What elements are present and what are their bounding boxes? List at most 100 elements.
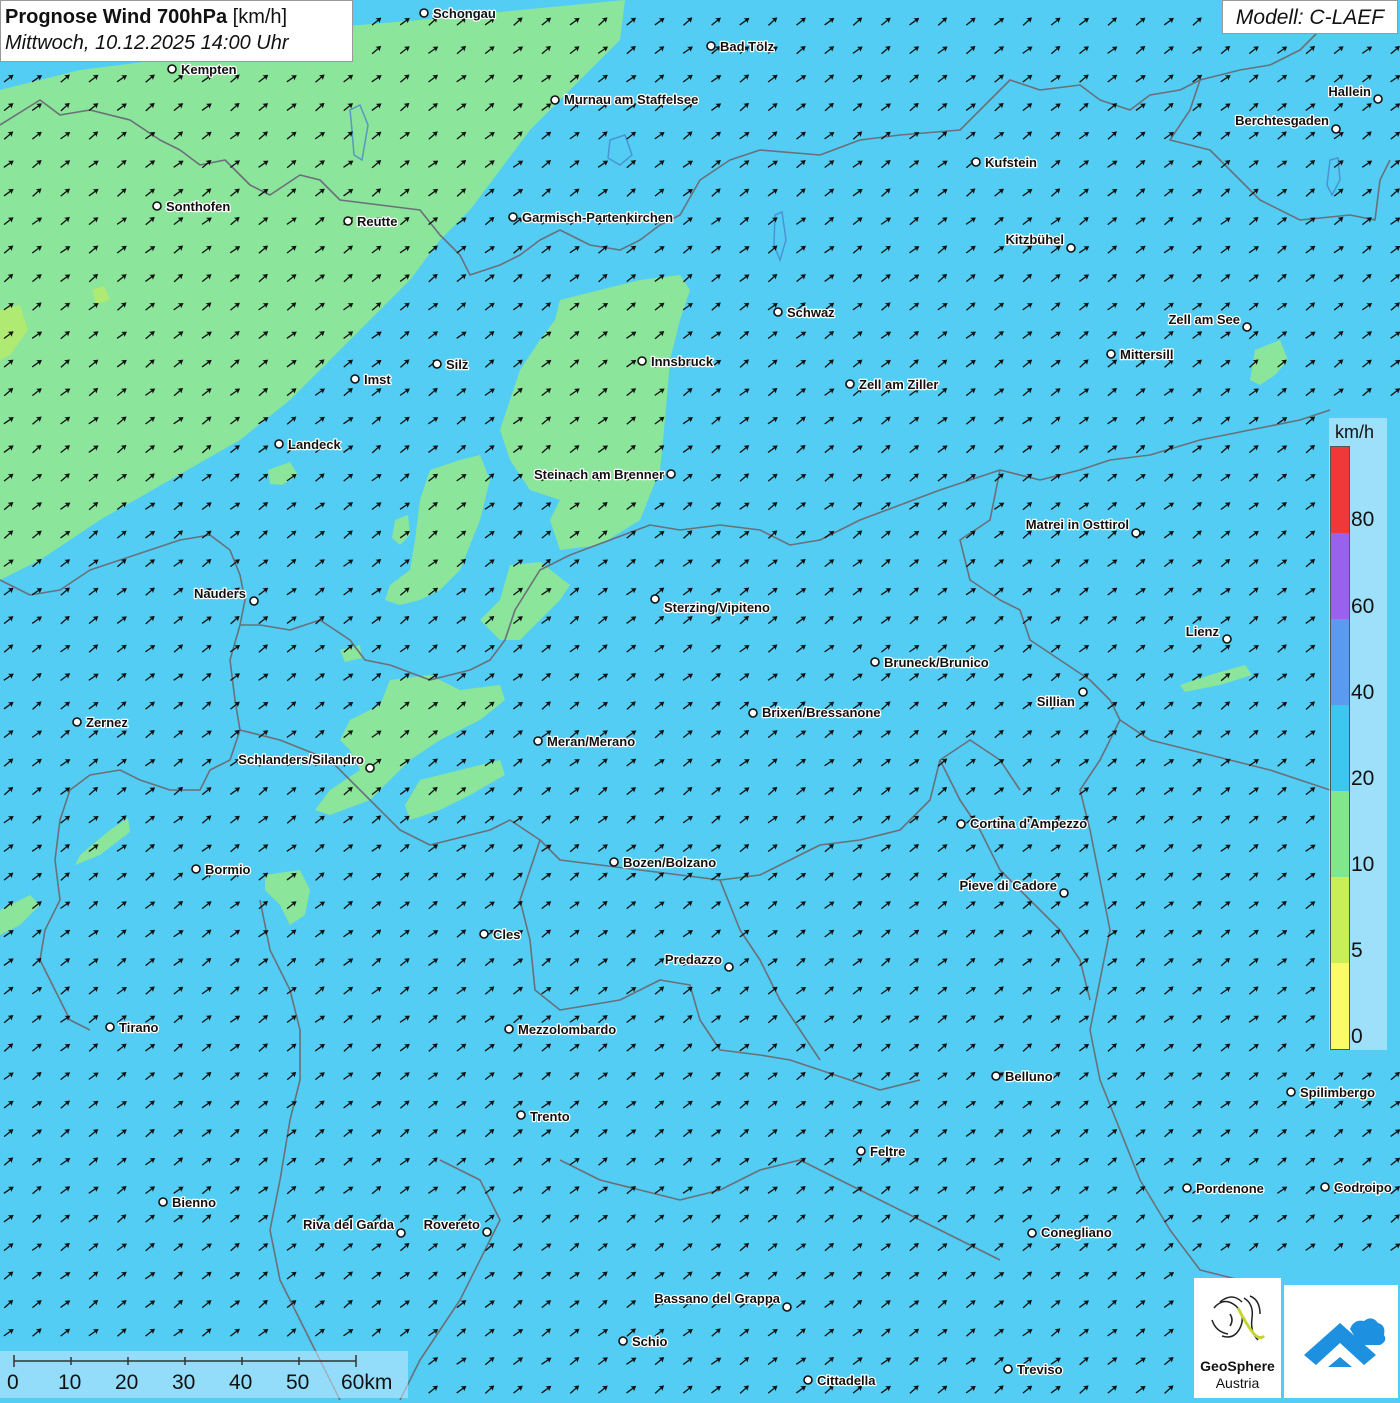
city-label-belluno: Belluno xyxy=(1005,1069,1053,1084)
city-dot-icon xyxy=(666,469,676,479)
city-label-tirano: Tirano xyxy=(119,1020,159,1035)
city-marker-garmisch[interactable]: Garmisch-Partenkirchen xyxy=(508,209,674,226)
city-dot-icon xyxy=(706,41,716,51)
city-label-trento: Trento xyxy=(530,1109,570,1124)
city-marker-bruneck[interactable]: Bruneck/Brunico xyxy=(870,654,990,671)
city-dot-icon xyxy=(845,379,855,389)
city-label-kitzbuehel: Kitzbühel xyxy=(1006,232,1065,247)
city-marker-murnau[interactable]: Murnau am Staffelsee xyxy=(550,91,700,108)
city-label-hallein: Hallein xyxy=(1328,84,1371,99)
city-dot-icon xyxy=(1106,349,1116,359)
city-label-conegliano: Conegliano xyxy=(1041,1225,1112,1240)
city-label-cortina: Cortina d'Ampezzo xyxy=(970,816,1087,831)
legend-swatch-20-40 xyxy=(1331,705,1349,791)
city-dot-icon xyxy=(1066,243,1076,253)
city-label-sonthofen: Sonthofen xyxy=(166,199,230,214)
city-label-bormio: Bormio xyxy=(205,862,251,877)
city-dot-icon xyxy=(516,1110,526,1120)
city-label-bienno: Bienno xyxy=(172,1195,216,1210)
city-marker-brixen[interactable]: Brixen/Bressanone xyxy=(748,704,882,721)
city-marker-mezzolombardo[interactable]: Mezzolombardo xyxy=(504,1021,618,1038)
city-marker-meran[interactable]: Meran/Merano xyxy=(533,733,636,750)
city-dot-icon xyxy=(274,439,284,449)
austria-logo-text: Austria xyxy=(1215,1375,1260,1391)
city-dot-icon xyxy=(1320,1182,1330,1192)
city-marker-zell-am-ziller[interactable]: Zell am Ziller xyxy=(845,376,940,393)
city-label-bozen: Bozen/Bolzano xyxy=(623,855,716,870)
city-dot-icon xyxy=(1059,888,1069,898)
legend-tick-40: 40 xyxy=(1351,681,1375,704)
scale-bar-line xyxy=(13,1355,357,1367)
city-dot-icon xyxy=(856,1146,866,1156)
city-label-cles: Cles xyxy=(493,927,520,942)
city-dot-icon xyxy=(365,763,375,773)
legend-swatch-0-5 xyxy=(1331,963,1349,1049)
city-label-cittadella: Cittadella xyxy=(817,1373,876,1388)
city-dot-icon xyxy=(191,864,201,874)
city-label-imst: Imst xyxy=(364,372,391,387)
legend-tick-10: 10 xyxy=(1351,853,1375,876)
scale-label-0: 0 xyxy=(7,1371,19,1394)
city-label-kufstein: Kufstein xyxy=(985,155,1037,170)
title-product: Prognose Wind 700hPa xyxy=(5,6,228,28)
city-label-pordenone: Pordenone xyxy=(1196,1181,1264,1196)
city-label-zell-am-ziller: Zell am Ziller xyxy=(859,377,938,392)
city-marker-pordenone[interactable]: Pordenone xyxy=(1182,1180,1265,1197)
title-unit: [km/h] xyxy=(232,6,288,28)
city-dot-icon xyxy=(550,95,560,105)
city-dot-icon xyxy=(1131,528,1141,538)
city-label-zernez: Zernez xyxy=(86,715,128,730)
city-dot-icon xyxy=(396,1228,406,1238)
city-marker-spilimbergo[interactable]: Spilimbergo xyxy=(1286,1084,1376,1101)
model-label: Modell: C-LAEF xyxy=(1222,0,1398,34)
city-label-zell-am-see: Zell am See xyxy=(1168,312,1240,327)
scale-label-30: 30 xyxy=(172,1371,196,1394)
city-marker-bozen[interactable]: Bozen/Bolzano xyxy=(609,854,717,871)
city-label-pieve: Pieve di Cadore xyxy=(959,878,1057,893)
scale-bar: 0 10 20 30 40 50 60km xyxy=(0,1351,408,1398)
city-dot-icon xyxy=(748,708,758,718)
scale-label-60km: 60km xyxy=(341,1371,393,1394)
city-label-schwaz: Schwaz xyxy=(787,305,835,320)
weather-app-logo[interactable] xyxy=(1284,1285,1398,1398)
city-dot-icon xyxy=(803,1375,813,1385)
city-label-spilimbergo: Spilimbergo xyxy=(1300,1085,1375,1100)
city-label-murnau: Murnau am Staffelsee xyxy=(564,92,698,107)
city-dot-icon xyxy=(773,307,783,317)
geosphere-austria-logo[interactable]: GeoSphere Austria xyxy=(1194,1278,1281,1398)
wind-map[interactable]: Schongau Bad Tölz Kempten Murnau am Staffel… xyxy=(0,0,1400,1400)
legend-tick-20: 20 xyxy=(1351,767,1375,790)
city-dot-icon xyxy=(482,1227,492,1237)
city-label-riva: Riva del Garda xyxy=(303,1217,395,1232)
city-dot-icon xyxy=(508,212,518,222)
legend-swatch-5-10 xyxy=(1331,877,1349,963)
city-dot-icon xyxy=(504,1024,514,1034)
city-marker-conegliano[interactable]: Conegliano xyxy=(1027,1224,1113,1241)
city-dot-icon xyxy=(152,201,162,211)
city-label-rovereto: Rovereto xyxy=(424,1217,480,1232)
city-label-mittersill: Mittersill xyxy=(1120,347,1173,362)
city-marker-cortina[interactable]: Cortina d'Ampezzo xyxy=(956,815,1089,832)
legend-unit: km/h xyxy=(1335,422,1375,442)
city-label-landeck: Landeck xyxy=(288,437,342,452)
city-dot-icon xyxy=(609,857,619,867)
city-dot-icon xyxy=(971,157,981,167)
city-label-treviso: Treviso xyxy=(1017,1362,1063,1377)
city-dot-icon xyxy=(724,962,734,972)
city-dot-icon xyxy=(343,216,353,226)
city-label-steinach: Steinach am Brenner xyxy=(534,467,664,482)
city-dot-icon xyxy=(1027,1228,1037,1238)
city-dot-icon xyxy=(1286,1087,1296,1097)
city-label-kempten: Kempten xyxy=(181,62,237,77)
legend-swatch-10-20 xyxy=(1331,791,1349,877)
city-dot-icon xyxy=(72,717,82,727)
city-dot-icon xyxy=(650,594,660,604)
city-dot-icon xyxy=(432,359,442,369)
city-marker-steinach[interactable]: Steinach am Brenner xyxy=(533,466,676,483)
city-dot-icon xyxy=(158,1197,168,1207)
legend-tick-0: 0 xyxy=(1351,1025,1363,1048)
city-dot-icon xyxy=(249,596,259,606)
weather-app-cloud-arrow-icon xyxy=(1304,1318,1386,1367)
city-dot-icon xyxy=(870,657,880,667)
legend-swatch-60-80 xyxy=(1331,533,1349,619)
